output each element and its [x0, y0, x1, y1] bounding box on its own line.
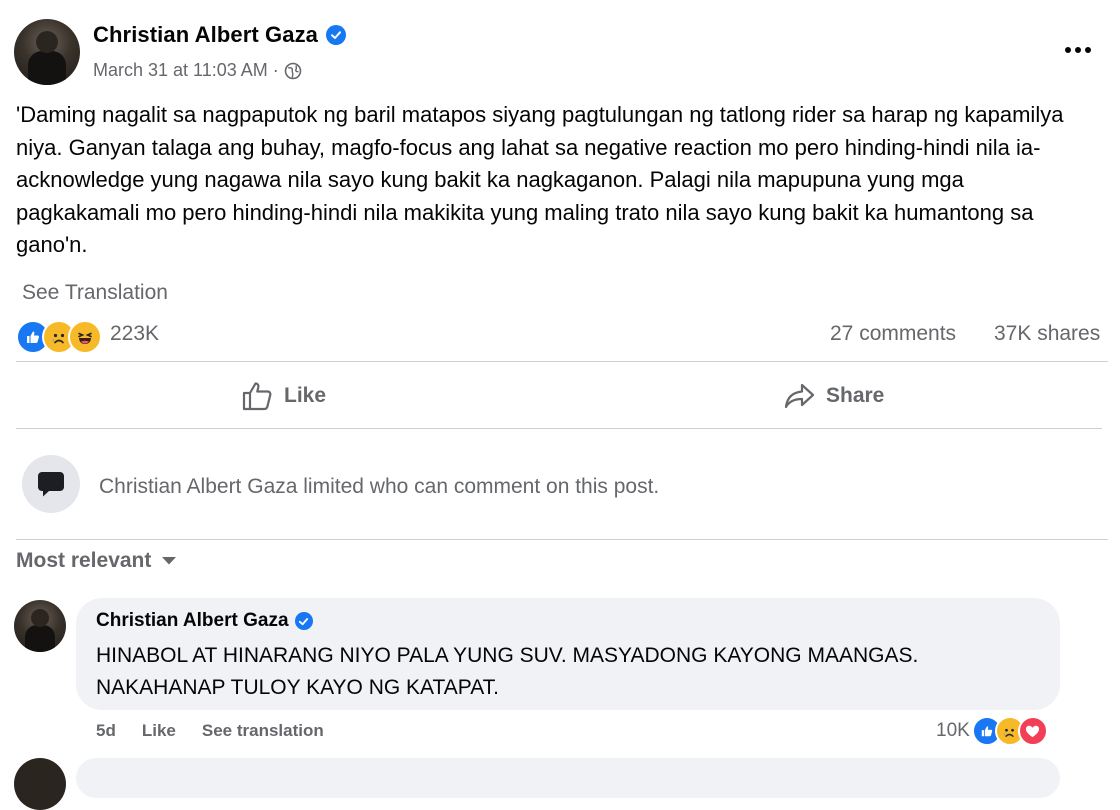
verified-badge-icon [326, 25, 347, 45]
more-options-icon[interactable] [1058, 36, 1098, 64]
share-button[interactable]: Share [784, 372, 884, 420]
share-button-label: Share [826, 384, 885, 407]
post-meta: March 31 at 11:03 AM · [93, 60, 302, 81]
comment-text-line: HINABOL AT HINARANG NIYO PALA YUNG SUV. … [96, 644, 919, 667]
comment-actions: 5d Like See translation [96, 721, 324, 741]
post-timestamp[interactable]: March 31 at 11:03 AM [93, 60, 268, 81]
reaction-summary-icons[interactable] [16, 320, 102, 354]
post-author-name[interactable]: Christian Albert Gaza [93, 22, 318, 48]
comment-text-line: NAKAHANAP TULOY KAYO NG KATAPAT. [96, 676, 500, 699]
post-text: 'Daming nagalit sa nagpaputok ng baril m… [16, 102, 1064, 257]
comment-limit-notice-icon-wrap [22, 455, 80, 513]
share-arrow-icon [784, 383, 815, 409]
like-outline-icon [242, 382, 272, 411]
love-icon [1017, 716, 1048, 746]
haha-icon [68, 320, 102, 354]
comment-sort-dropdown[interactable]: Most relevant [16, 549, 177, 573]
comment-author-avatar[interactable] [14, 758, 66, 810]
verified-badge-icon [294, 612, 313, 630]
comment-author-avatar[interactable] [14, 600, 66, 652]
post-author-header: Christian Albert Gaza [93, 22, 347, 48]
reaction-count[interactable]: 223K [110, 322, 159, 346]
comment-limit-notice: Christian Albert Gaza limited who can co… [99, 475, 660, 498]
comment-see-translation-link[interactable]: See translation [202, 721, 324, 741]
comment-author: Christian Albert Gaza [96, 610, 313, 632]
like-button[interactable]: Like [242, 372, 326, 420]
see-translation-link[interactable]: See Translation [22, 281, 168, 305]
caret-down-icon [162, 557, 177, 565]
like-button-label: Like [284, 384, 327, 407]
globe-icon [284, 62, 302, 79]
comment-author-name[interactable]: Christian Albert Gaza [96, 610, 289, 632]
comment-bubble-icon [38, 472, 64, 497]
comment-age[interactable]: 5d [96, 721, 116, 741]
comment-text: HINABOL AT HINARANG NIYO PALA YUNG SUV. … [96, 640, 1046, 704]
comment-bubble [76, 758, 1060, 798]
meta-separator: · [272, 60, 279, 80]
comment-reaction-count: 10K [936, 720, 970, 741]
author-avatar[interactable] [14, 19, 80, 85]
shares-count[interactable]: 37K shares [994, 322, 1100, 346]
divider [16, 361, 1108, 362]
comment-sort-label: Most relevant [16, 549, 152, 572]
comment-reactions[interactable]: 10K [936, 716, 1048, 746]
comment-like-button[interactable]: Like [142, 721, 176, 741]
divider [16, 428, 1102, 429]
divider [16, 539, 1108, 540]
comments-count[interactable]: 27 comments [830, 322, 956, 346]
